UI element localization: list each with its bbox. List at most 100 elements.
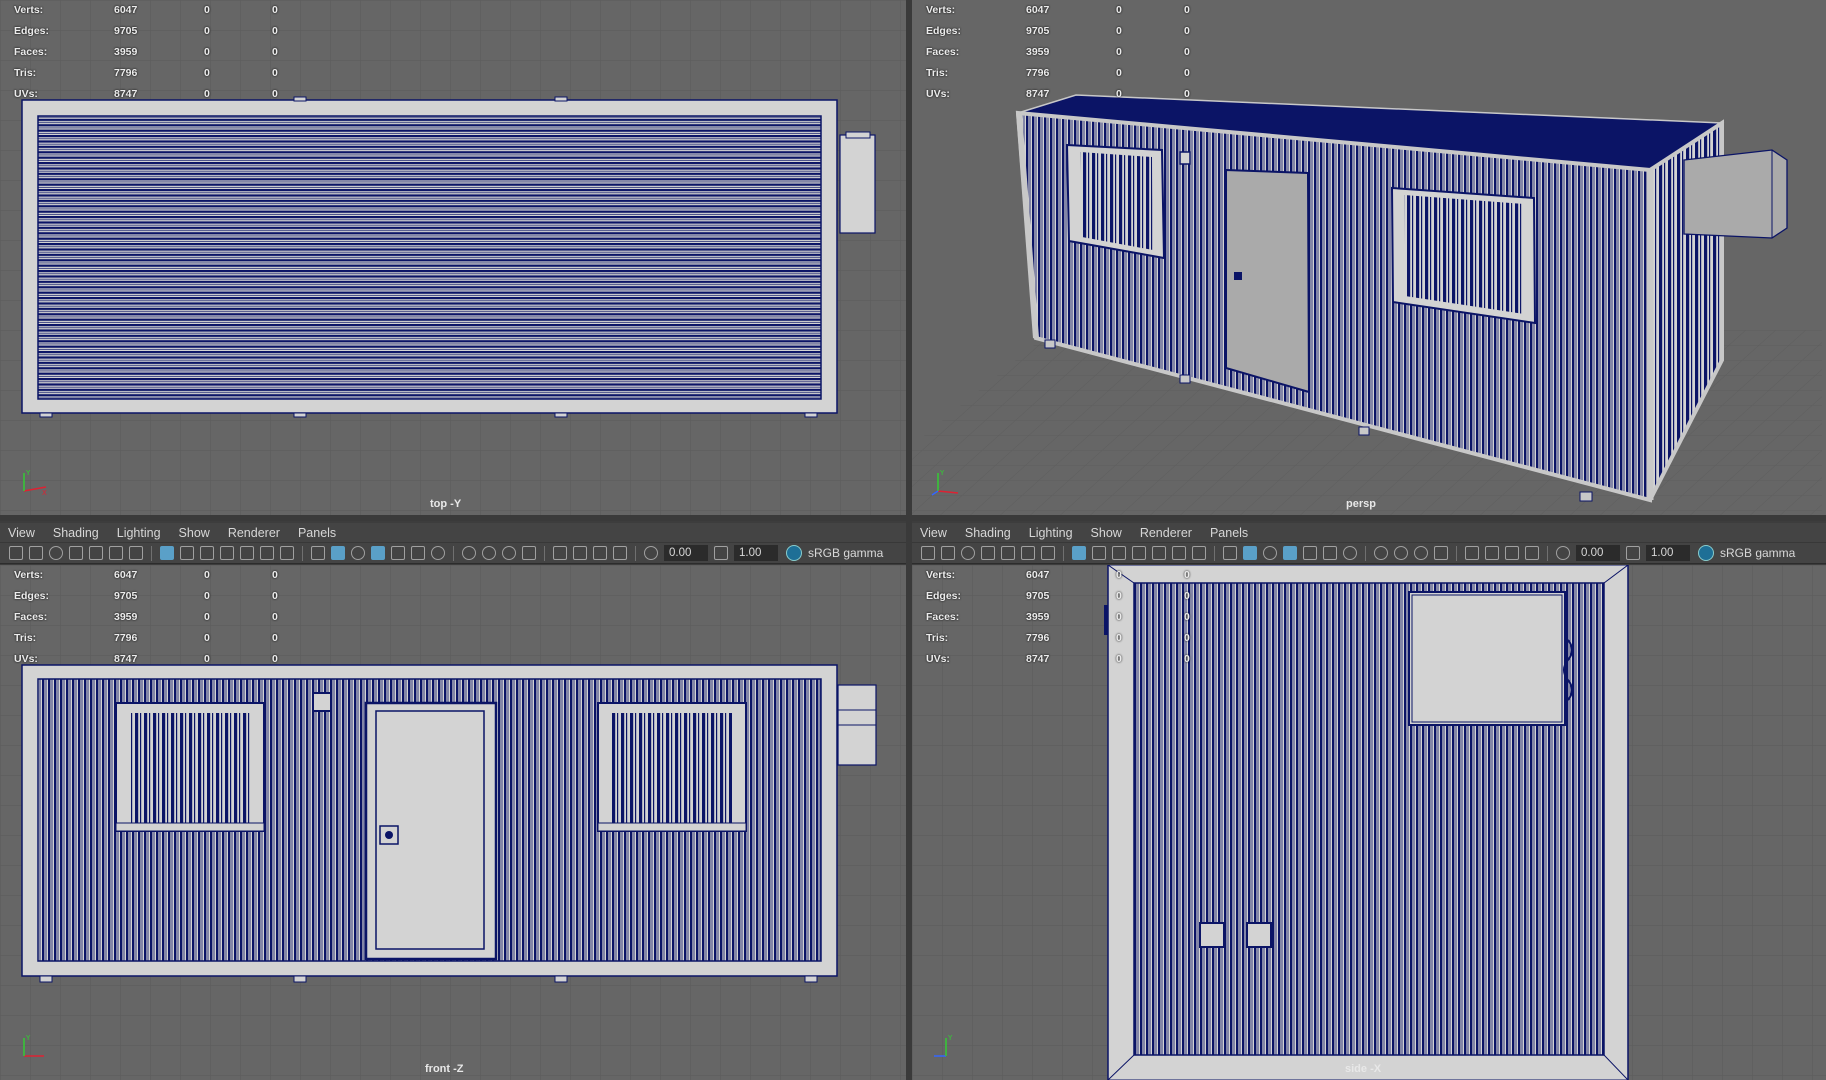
grease-pencil-icon[interactable] (1021, 546, 1035, 560)
motion-blur-icon[interactable] (482, 546, 496, 560)
menu-show[interactable]: Show (1083, 526, 1130, 540)
shadows-icon[interactable] (431, 546, 445, 560)
hud-row-tris: Tris: 7796 0 0 (926, 627, 1190, 648)
safe-action-icon[interactable] (1172, 546, 1186, 560)
xray-joints-icon[interactable] (1505, 546, 1519, 560)
gamma-field[interactable]: 1.00 (734, 545, 778, 561)
toolbar-separator (453, 545, 454, 561)
xray-components-icon[interactable] (1525, 546, 1539, 560)
resolution-gate-icon[interactable] (200, 546, 214, 560)
menu-renderer[interactable]: Renderer (220, 526, 288, 540)
bookmark-icon[interactable] (961, 546, 975, 560)
menu-lighting[interactable]: Lighting (1021, 526, 1081, 540)
textured-icon[interactable] (391, 546, 405, 560)
anti-aliasing-icon[interactable] (1414, 546, 1428, 560)
grease-pencil-icon[interactable] (109, 546, 123, 560)
side-panel-toolbar: 0.00 1.00 sRGB gamma (912, 542, 1826, 564)
wireframe-on-shaded-icon[interactable] (1283, 546, 1297, 560)
camera-attributes-icon[interactable] (29, 546, 43, 560)
menu-view[interactable]: View (0, 526, 43, 540)
gate-mask-icon[interactable] (220, 546, 234, 560)
pencil-icon[interactable] (129, 546, 143, 560)
hud-label: Tris: (14, 66, 37, 79)
viewport-side[interactable]: Verts: 6047 0 0 Edges: 9705 0 0 Faces: 3959 0 0 T… (912, 565, 1826, 1080)
field-chart-icon[interactable] (240, 546, 254, 560)
bookmark-icon[interactable] (49, 546, 63, 560)
field-chart-icon[interactable] (1152, 546, 1166, 560)
lights-icon[interactable] (411, 546, 425, 560)
menu-renderer[interactable]: Renderer (1132, 526, 1200, 540)
menu-view[interactable]: View (912, 526, 955, 540)
safe-title-icon[interactable] (1192, 546, 1206, 560)
grid-icon[interactable] (1072, 546, 1086, 560)
xray-components-icon[interactable] (613, 546, 627, 560)
hud-label: Verts: (14, 569, 44, 582)
pencil-icon[interactable] (1041, 546, 1055, 560)
panel-divider-horizontal[interactable] (0, 515, 1826, 521)
color-management-icon[interactable] (786, 545, 802, 561)
wireframe-icon[interactable] (311, 546, 325, 560)
hud-value: 3959 (114, 610, 138, 623)
hud-value: 0 (1116, 45, 1122, 58)
image-plane-icon[interactable] (981, 546, 995, 560)
hud-row-verts: Verts: 6047 0 0 (926, 565, 1190, 586)
default-material-icon[interactable] (351, 546, 365, 560)
color-space-label[interactable]: sRGB gamma (1720, 546, 1795, 560)
safe-title-icon[interactable] (280, 546, 294, 560)
menu-panels[interactable]: Panels (290, 526, 344, 540)
gamma-field[interactable]: 1.00 (1646, 545, 1690, 561)
camera-icon[interactable] (9, 546, 23, 560)
smooth-shade-icon[interactable] (1243, 546, 1257, 560)
film-gate-icon[interactable] (180, 546, 194, 560)
depth-of-field-icon[interactable] (1434, 546, 1448, 560)
xray-icon[interactable] (573, 546, 587, 560)
anti-aliasing-icon[interactable] (502, 546, 516, 560)
smooth-shade-icon[interactable] (331, 546, 345, 560)
shadows-icon[interactable] (1343, 546, 1357, 560)
menu-shading[interactable]: Shading (957, 526, 1019, 540)
exposure-field[interactable]: 0.00 (1576, 545, 1620, 561)
xray-joints-icon[interactable] (593, 546, 607, 560)
panel-divider-vertical[interactable] (906, 0, 912, 1080)
viewport-top[interactable]: Verts: 6047 0 0 Edges: 9705 0 0 Faces: 3959 0 0 T… (0, 0, 906, 515)
exposure-icon[interactable] (1556, 546, 1570, 560)
image-plane-icon[interactable] (69, 546, 83, 560)
resolution-gate-icon[interactable] (1112, 546, 1126, 560)
wireframe-on-shaded-icon[interactable] (371, 546, 385, 560)
color-space-label[interactable]: sRGB gamma (808, 546, 883, 560)
hud-label: Faces: (14, 610, 48, 623)
hud-value: 0 (1184, 4, 1190, 17)
viewport-front[interactable]: Verts: 6047 0 0 Edges: 9705 0 0 Faces: 3959 0 0 T… (0, 565, 906, 1080)
exposure-field[interactable]: 0.00 (664, 545, 708, 561)
gamma-icon[interactable] (714, 546, 728, 560)
camera-icon[interactable] (921, 546, 935, 560)
gate-mask-icon[interactable] (1132, 546, 1146, 560)
isolate-select-icon[interactable] (1465, 546, 1479, 560)
xray-icon[interactable] (1485, 546, 1499, 560)
toolbar-separator (302, 545, 303, 561)
gamma-icon[interactable] (1626, 546, 1640, 560)
wireframe-icon[interactable] (1223, 546, 1237, 560)
two-d-pan-zoom-icon[interactable] (89, 546, 103, 560)
ambient-occlusion-icon[interactable] (1374, 546, 1388, 560)
grid-icon[interactable] (160, 546, 174, 560)
safe-action-icon[interactable] (260, 546, 274, 560)
lights-icon[interactable] (1323, 546, 1337, 560)
exposure-icon[interactable] (644, 546, 658, 560)
ambient-occlusion-icon[interactable] (462, 546, 476, 560)
viewport-persp[interactable]: Verts: 6047 0 0 Edges: 9705 0 0 Faces: 3959 0 0 T… (912, 0, 1826, 515)
textured-icon[interactable] (1303, 546, 1317, 560)
film-gate-icon[interactable] (1092, 546, 1106, 560)
menu-lighting[interactable]: Lighting (109, 526, 169, 540)
isolate-select-icon[interactable] (553, 546, 567, 560)
hud-value: 0 (272, 4, 278, 17)
motion-blur-icon[interactable] (1394, 546, 1408, 560)
default-material-icon[interactable] (1263, 546, 1277, 560)
color-management-icon[interactable] (1698, 545, 1714, 561)
depth-of-field-icon[interactable] (522, 546, 536, 560)
camera-attributes-icon[interactable] (941, 546, 955, 560)
menu-panels[interactable]: Panels (1202, 526, 1256, 540)
menu-shading[interactable]: Shading (45, 526, 107, 540)
menu-show[interactable]: Show (171, 526, 218, 540)
two-d-pan-zoom-icon[interactable] (1001, 546, 1015, 560)
